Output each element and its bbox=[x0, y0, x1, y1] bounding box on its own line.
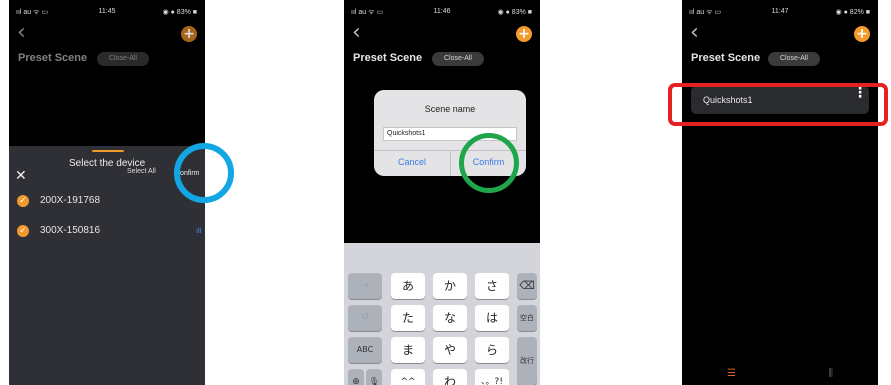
space-key[interactable]: 空白 bbox=[517, 305, 537, 331]
device-row[interactable]: ✓ 300X-150816 ıll bbox=[9, 219, 205, 243]
device-row[interactable]: ✓ 200X-191768 bbox=[9, 189, 205, 213]
device-name: 300X-150816 bbox=[40, 225, 101, 236]
phone-screen-scene-list: ııl au ᯤ ▭ 11:47 ◉ ● 82% ■ ‹ + Preset Sc… bbox=[682, 0, 878, 385]
phone-screen-device-select: ııl au ᯤ ▭ 11:45 ◉ ● 83% ■ ‹ + Preset Sc… bbox=[9, 0, 205, 385]
key-ka[interactable]: か bbox=[433, 273, 467, 299]
abc-key[interactable]: ABC bbox=[348, 337, 382, 363]
key-ya[interactable]: や bbox=[433, 337, 467, 363]
key-ma[interactable]: ま bbox=[391, 337, 425, 363]
dialog-title: Scene name bbox=[424, 104, 476, 114]
add-scene-icon[interactable]: + bbox=[181, 26, 197, 42]
select-all-button[interactable]: Select All bbox=[127, 168, 156, 175]
page-title: Preset Scene bbox=[18, 52, 88, 64]
close-all-button[interactable]: Close-All bbox=[432, 52, 484, 66]
highlight-circle-confirm bbox=[174, 143, 234, 203]
battery-status: ◉ ● 82% ■ bbox=[835, 9, 870, 16]
close-all-button[interactable]: Close-All bbox=[768, 52, 820, 66]
key-punctuation[interactable]: 、。?! bbox=[475, 369, 509, 385]
key-sa[interactable]: さ bbox=[475, 273, 509, 299]
backspace-icon[interactable]: ⌫ bbox=[517, 273, 537, 299]
status-bar: ııl au ᯤ ▭ 11:47 ◉ ● 82% ■ bbox=[682, 0, 878, 20]
sheet-drag-handle[interactable] bbox=[92, 150, 124, 152]
close-icon[interactable]: ✕ bbox=[15, 168, 27, 184]
back-icon[interactable]: ‹ bbox=[17, 22, 37, 44]
status-bar: ııl au ᯤ ▭ 11:45 ◉ ● 83% ■ bbox=[9, 0, 205, 20]
back-icon[interactable]: ‹ bbox=[352, 22, 372, 44]
device-name: 200X-191768 bbox=[40, 195, 101, 206]
key-ta[interactable]: た bbox=[391, 305, 425, 331]
close-all-button[interactable]: Close-All bbox=[97, 52, 149, 66]
globe-icon[interactable]: ⊕ bbox=[348, 369, 364, 385]
add-scene-icon[interactable]: + bbox=[854, 26, 870, 42]
phone-screen-scene-name: ııl au ᯤ ▭ 11:46 ◉ ● 83% ■ ‹ + Preset Sc… bbox=[344, 0, 540, 385]
mixer-tab-icon[interactable]: ⫼ bbox=[828, 368, 833, 379]
return-key[interactable]: 改行 bbox=[517, 337, 537, 385]
cancel-button[interactable]: Cancel bbox=[374, 157, 450, 167]
key-na[interactable]: な bbox=[433, 305, 467, 331]
back-icon[interactable]: ‹ bbox=[690, 22, 710, 44]
battery-status: ◉ ● 83% ■ bbox=[162, 9, 197, 16]
key-a[interactable]: あ bbox=[391, 273, 425, 299]
highlight-circle-confirm bbox=[459, 133, 519, 193]
page-title: Preset Scene bbox=[691, 52, 761, 64]
japanese-keyboard: → あ か さ ⌫ ↺ た な は 空白 ABC ま や ら 改行 ⊕ 🎙 ^^… bbox=[344, 243, 540, 385]
checkbox-checked-icon[interactable]: ✓ bbox=[17, 225, 29, 237]
battery-status: ◉ ● 83% ■ bbox=[497, 9, 532, 16]
undo-icon[interactable]: ↺ bbox=[348, 305, 382, 331]
status-bar: ııl au ᯤ ▭ 11:46 ◉ ● 83% ■ bbox=[344, 0, 540, 20]
list-tab-icon[interactable]: ☰ bbox=[727, 368, 736, 379]
key-wa[interactable]: わ bbox=[433, 369, 467, 385]
key-dakuten[interactable]: ^^ bbox=[391, 369, 425, 385]
checkbox-checked-icon[interactable]: ✓ bbox=[17, 195, 29, 207]
microphone-icon[interactable]: 🎙 bbox=[366, 369, 382, 385]
add-scene-icon[interactable]: + bbox=[516, 26, 532, 42]
key-ha[interactable]: は bbox=[475, 305, 509, 331]
page-title: Preset Scene bbox=[353, 52, 423, 64]
key-ra[interactable]: ら bbox=[475, 337, 509, 363]
signal-strength-icon: ıll bbox=[196, 228, 202, 235]
highlight-box-scene bbox=[668, 83, 888, 126]
key-next-arrow[interactable]: → bbox=[348, 273, 382, 299]
